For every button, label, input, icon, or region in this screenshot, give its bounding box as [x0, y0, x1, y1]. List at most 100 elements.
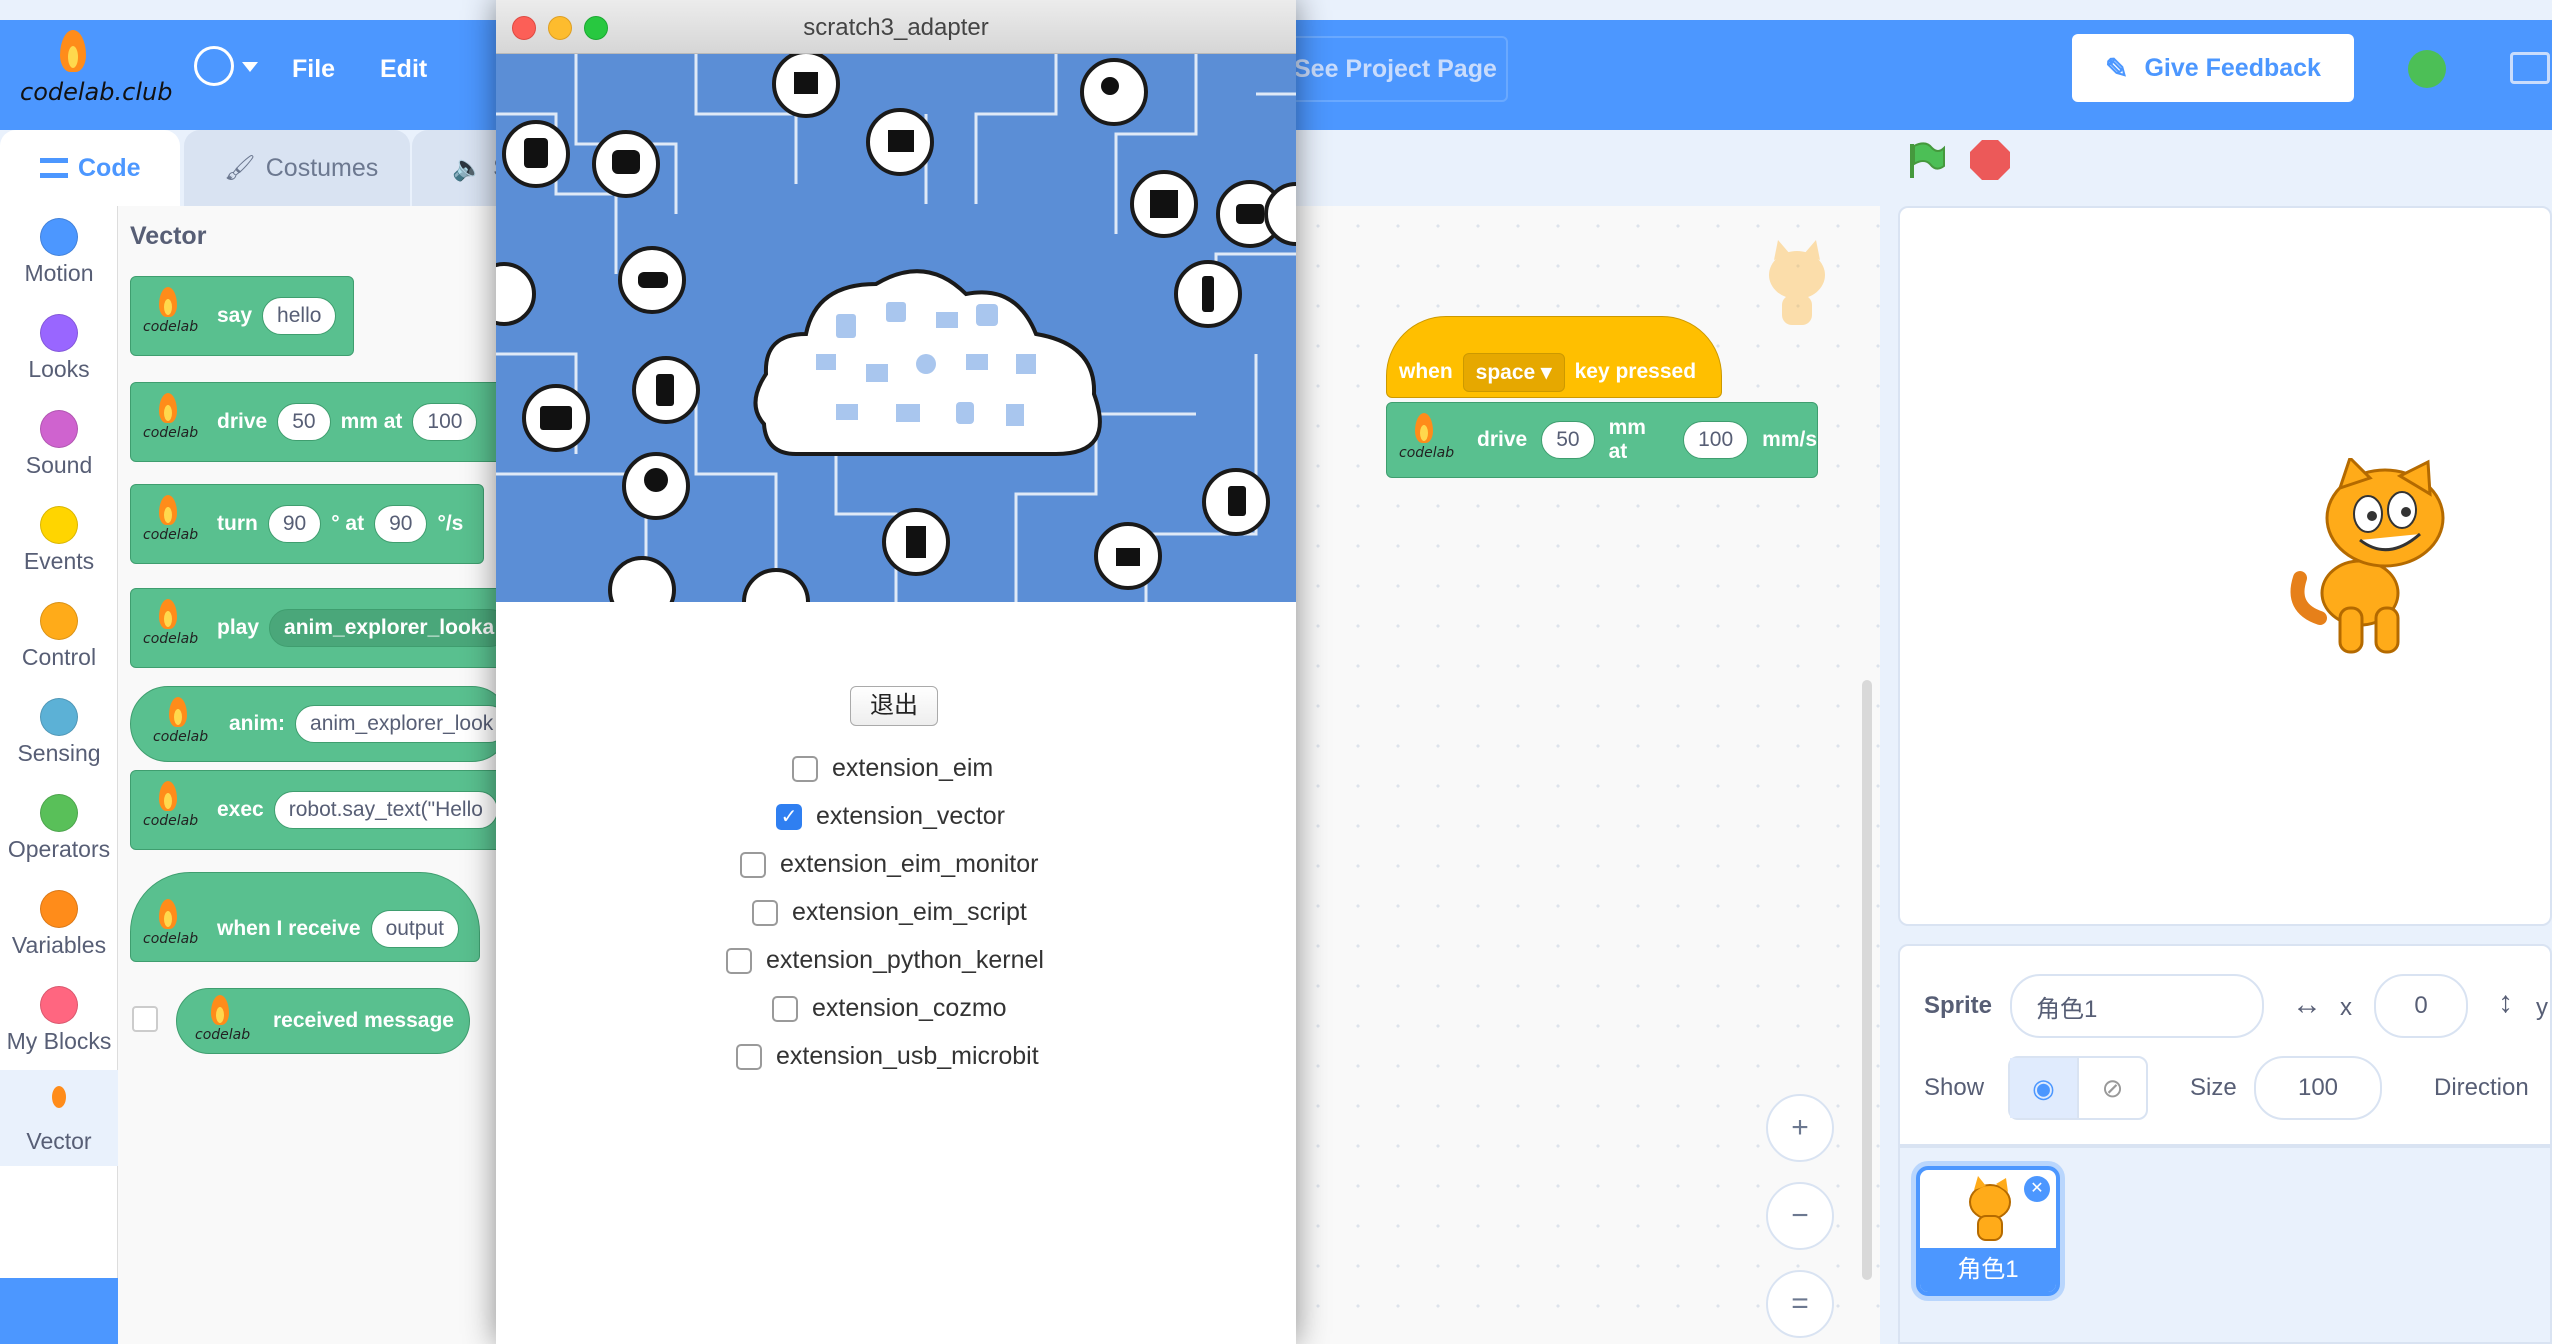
- block-input[interactable]: robot.say_text("Hello: [273, 791, 498, 829]
- block-input[interactable]: 100: [412, 403, 478, 441]
- option-extension-usb-microbit[interactable]: extension_usb_microbit: [736, 1042, 1039, 1071]
- zoom-in-button[interactable]: +: [1766, 1094, 1834, 1162]
- category-control[interactable]: Control: [0, 602, 118, 671]
- delete-sprite-icon[interactable]: ✕: [2024, 1176, 2050, 1202]
- size-input[interactable]: 100: [2254, 1056, 2382, 1120]
- codelab-flame-icon: [44, 1086, 74, 1124]
- sprite-label: Sprite: [1924, 992, 1993, 1019]
- zoom-reset-button[interactable]: =: [1766, 1270, 1834, 1338]
- key-dropdown[interactable]: space ▾: [1462, 352, 1565, 392]
- monitor-checkbox[interactable]: [132, 1006, 158, 1032]
- option-extension-eim-script[interactable]: extension_eim_script: [752, 898, 1027, 927]
- turn-block[interactable]: codelab turn 90 ° at 90 °/s: [130, 484, 484, 564]
- sprite-name-input[interactable]: 角色1: [2010, 974, 2264, 1038]
- folder-icon[interactable]: [2510, 52, 2550, 84]
- add-extension-button[interactable]: [0, 1278, 118, 1344]
- codelab-icon: codelab: [195, 993, 250, 1053]
- option-extension-vector[interactable]: ✓ extension_vector: [776, 802, 1005, 831]
- edit-menu[interactable]: Edit: [380, 55, 427, 84]
- drive-block-workspace[interactable]: codelab drive 50 mm at 100 mm/s: [1386, 402, 1818, 478]
- codelab-icon: codelab: [143, 779, 198, 839]
- quit-button[interactable]: 退出: [850, 686, 938, 726]
- checkbox[interactable]: [726, 947, 752, 974]
- stop-icon[interactable]: [1970, 140, 2010, 180]
- category-sound[interactable]: Sound: [0, 410, 118, 479]
- my-blocks-dot-icon: [40, 986, 78, 1024]
- block-input[interactable]: 50: [277, 403, 331, 441]
- globe-icon[interactable]: [194, 46, 234, 86]
- category-label: Events: [23, 548, 95, 574]
- category-looks[interactable]: Looks: [0, 314, 118, 383]
- speaker-icon: 🔈: [452, 153, 484, 182]
- block-input[interactable]: 100: [1683, 421, 1749, 459]
- sound-dot-icon: [40, 410, 78, 448]
- category-events[interactable]: Events: [0, 506, 118, 575]
- workspace-scrollbar[interactable]: [1862, 680, 1872, 1280]
- variables-dot-icon: [40, 890, 78, 928]
- play-block[interactable]: codelab play anim_explorer_looka: [130, 588, 510, 668]
- category-vector[interactable]: Vector: [0, 1070, 118, 1166]
- block-label: when I receive: [217, 917, 361, 940]
- option-extension-python-kernel[interactable]: extension_python_kernel: [726, 946, 1044, 975]
- block-label: mm at: [1608, 416, 1646, 463]
- pencil-icon: ✎: [2105, 52, 2129, 84]
- received-message-block[interactable]: codelab received message: [176, 988, 470, 1054]
- operators-dot-icon: [40, 794, 78, 832]
- codelab-icon: codelab: [143, 897, 198, 957]
- option-extension-eim-monitor[interactable]: extension_eim_monitor: [740, 850, 1038, 879]
- option-label: extension_eim_monitor: [780, 850, 1039, 878]
- option-extension-cozmo[interactable]: extension_cozmo: [772, 994, 1007, 1023]
- block-input[interactable]: 50: [1541, 421, 1595, 459]
- codelab-icon: codelab: [143, 493, 198, 553]
- option-extension-eim[interactable]: extension_eim: [792, 754, 993, 783]
- eye-hidden-icon[interactable]: ⊘: [2079, 1058, 2146, 1118]
- tab-code[interactable]: Code: [0, 130, 180, 206]
- block-dropdown[interactable]: anim_explorer_looka: [269, 609, 509, 647]
- window-titlebar[interactable]: scratch3_adapter: [496, 0, 1296, 54]
- x-input[interactable]: 0: [2374, 974, 2468, 1038]
- category-operators[interactable]: Operators: [0, 794, 118, 863]
- zoom-out-button[interactable]: −: [1766, 1182, 1834, 1250]
- checkbox[interactable]: [736, 1043, 762, 1070]
- block-label: mm at: [340, 410, 403, 433]
- file-menu[interactable]: File: [292, 55, 335, 84]
- say-block[interactable]: codelab say hello: [130, 276, 354, 356]
- tab-costumes-label: Costumes: [265, 153, 379, 182]
- anim-reporter-block[interactable]: codelab anim: anim_explorer_look: [130, 686, 510, 762]
- eye-icon[interactable]: ◉: [2010, 1058, 2079, 1118]
- category-sensing[interactable]: Sensing: [0, 698, 118, 767]
- x-label: x: [2340, 994, 2352, 1021]
- brush-icon: 🖌: [224, 153, 256, 182]
- codelab-icon: codelab: [143, 391, 198, 451]
- codelab-logo[interactable]: codelab.club: [20, 30, 172, 110]
- when-key-pressed-block[interactable]: when space ▾ key pressed: [1386, 316, 1722, 398]
- give-feedback-button[interactable]: ✎ Give Feedback: [2072, 34, 2354, 102]
- sprite-tile-name: 角色1: [1920, 1248, 2056, 1292]
- control-dot-icon: [40, 602, 78, 640]
- checkbox[interactable]: [740, 851, 766, 878]
- category-my-blocks[interactable]: My Blocks: [0, 986, 118, 1055]
- drive-block[interactable]: codelab drive 50 mm at 100: [130, 382, 510, 462]
- block-input[interactable]: 90: [267, 505, 322, 543]
- block-input[interactable]: output: [370, 910, 459, 948]
- stage[interactable]: [1898, 206, 2552, 926]
- when-i-receive-block[interactable]: codelab when I receive output: [130, 872, 480, 962]
- tab-costumes[interactable]: 🖌 Costumes: [184, 130, 410, 206]
- exec-block[interactable]: codelab exec robot.say_text("Hello: [130, 770, 510, 850]
- category-variables[interactable]: Variables: [0, 890, 118, 959]
- codelab-icon: codelab: [153, 695, 208, 755]
- category-motion[interactable]: Motion: [0, 218, 118, 287]
- checkbox[interactable]: [772, 995, 798, 1022]
- block-input[interactable]: 90: [374, 505, 428, 543]
- block-label: drive: [217, 410, 268, 433]
- see-project-page-button[interactable]: See Project Page: [1270, 36, 1508, 102]
- block-input[interactable]: hello: [262, 297, 337, 335]
- checkbox[interactable]: [792, 755, 818, 782]
- block-input[interactable]: anim_explorer_look: [295, 705, 509, 743]
- codelab-icon: codelab: [143, 285, 198, 345]
- logo-text: codelab.club: [20, 78, 173, 106]
- sprite-tile[interactable]: ✕ 角色1: [1916, 1166, 2060, 1296]
- checkbox-checked-icon[interactable]: ✓: [776, 803, 802, 830]
- checkbox[interactable]: [752, 899, 778, 926]
- green-flag-icon[interactable]: [1906, 140, 1946, 180]
